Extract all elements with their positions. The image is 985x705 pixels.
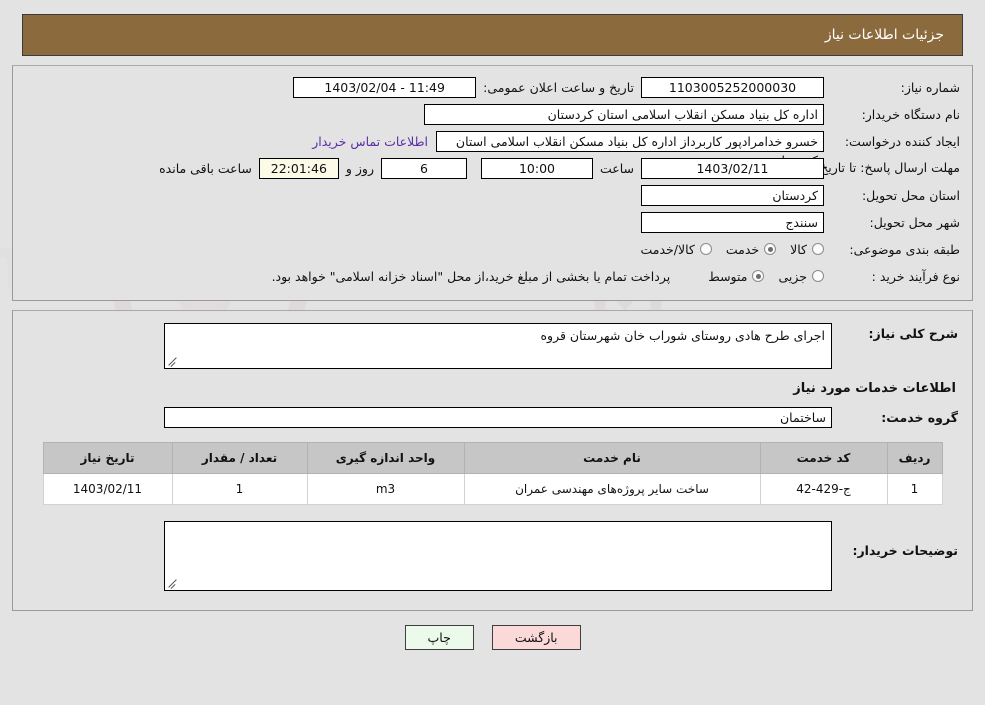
resize-grip-icon-notes[interactable] — [167, 577, 179, 589]
radio-label-khedmat: خدمت — [725, 241, 760, 257]
deadline-countdown-value: 22:01:46 — [258, 157, 339, 179]
general-description-textarea[interactable]: اجرای طرح هادی روستای شوراب خان شهرستان … — [164, 323, 832, 369]
print-button[interactable]: چاپ — [404, 625, 474, 650]
back-button[interactable]: بازگشت — [491, 625, 581, 650]
deadline-date-value: 1403/02/11 — [641, 157, 824, 179]
radio-label-kala: کالا — [790, 241, 807, 257]
buyer-contact-link[interactable]: اطلاعات تماس خریدار — [312, 134, 436, 149]
deadline-label: مهلت ارسال پاسخ: تا تاریخ: — [815, 159, 960, 175]
radio-icon-jozei[interactable] — [812, 270, 824, 282]
row-need-number: شماره نیاز: 1103005252000030 تاریخ و ساع… — [25, 76, 960, 98]
general-description-label: شرح کلی نیاز: — [868, 326, 958, 341]
buyer-notes-label: توضیحات خریدار: — [852, 543, 958, 558]
buyer-notes-textarea[interactable] — [164, 521, 832, 591]
buyer-org-label: نام دستگاه خریدار: — [861, 106, 960, 122]
cell-service-code: ج-429-42 — [759, 473, 888, 505]
deadline-days-label: روز و — [345, 160, 374, 176]
need-number-value: 1103005252000030 — [641, 76, 824, 98]
radio-icon-kala[interactable] — [812, 243, 824, 255]
resize-grip-icon[interactable] — [167, 355, 179, 367]
row-service-group: گروه خدمت: ساختمان — [27, 406, 958, 428]
service-group-value: ساختمان — [164, 406, 832, 428]
radio-option-kala-khedmat[interactable]: کالا/خدمت — [640, 241, 712, 257]
subject-category-label: طبقه بندی موضوعی: — [849, 241, 960, 257]
row-purchase-process: نوع فرآیند خرید : جزیی متوسط پرداخت تمام… — [25, 265, 960, 287]
row-buyer-org: نام دستگاه خریدار: اداره کل بنیاد مسکن ا… — [25, 103, 960, 125]
page-header-bar: جزئیات اطلاعات نیاز — [22, 14, 963, 56]
buyer-org-value: اداره کل بنیاد مسکن انقلاب اسلامی استان … — [424, 103, 824, 125]
need-number-label: شماره نیاز: — [900, 79, 960, 95]
services-table: ردیف کد خدمت نام خدمت واحد اندازه گیری ت… — [42, 442, 943, 505]
page-title: جزئیات اطلاعات نیاز — [824, 27, 944, 43]
row-request-creator: ایجاد کننده درخواست: خسرو خدامرادپور کار… — [25, 130, 960, 168]
deadline-time-label: ساعت — [599, 160, 634, 176]
radio-option-khedmat[interactable]: خدمت — [725, 241, 777, 257]
col-header-service-code: کد خدمت — [759, 442, 888, 474]
radio-option-motevaset[interactable]: متوسط — [708, 268, 765, 284]
radio-option-kala[interactable]: کالا — [790, 242, 824, 257]
delivery-city-value: سنندج — [641, 211, 824, 233]
delivery-province-label: استان محل تحویل: — [861, 187, 960, 203]
request-creator-label: ایجاد کننده درخواست: — [844, 133, 960, 149]
deadline-days-value: 6 — [380, 157, 467, 179]
col-header-row: ردیف — [886, 442, 943, 474]
radio-option-jozei[interactable]: جزیی — [778, 269, 824, 284]
deadline-countdown-label: ساعت باقی مانده — [159, 160, 252, 176]
row-buyer-notes: توضیحات خریدار: — [27, 521, 958, 591]
radio-icon-khedmat[interactable] — [764, 243, 777, 255]
deadline-time-value: 10:00 — [480, 157, 593, 179]
cell-service-name: ساخت سایر پروژه‌های مهندسی عمران — [463, 473, 761, 505]
general-description-value: اجرای طرح هادی روستای شوراب خان شهرستان … — [540, 328, 826, 343]
footer-button-bar: بازگشت چاپ — [0, 625, 985, 650]
col-header-quantity: تعداد / مقدار — [171, 442, 308, 474]
need-info-panel: شماره نیاز: 1103005252000030 تاریخ و ساع… — [12, 65, 973, 301]
cell-need-date: 1403/02/11 — [42, 473, 173, 505]
request-creator-value: خسرو خدامرادپور کاربرداز اداره کل بنیاد … — [436, 130, 824, 168]
radio-label-jozei: جزیی — [778, 268, 807, 284]
radio-label-motevaset: متوسط — [708, 268, 748, 284]
col-header-service-name: نام خدمت — [463, 442, 761, 474]
public-announce-value: 1403/02/04 - 11:49 — [293, 76, 477, 98]
delivery-province-value: کردستان — [641, 184, 824, 206]
radio-label-kala-khedmat: کالا/خدمت — [640, 241, 695, 257]
row-deadline: مهلت ارسال پاسخ: تا تاریخ: 1403/02/11 سا… — [25, 157, 960, 179]
table-row: 1 ج-429-42 ساخت سایر پروژه‌های مهندسی عم… — [42, 473, 943, 505]
row-subject-category: طبقه بندی موضوعی: کالا خدمت کالا/خدمت — [25, 238, 960, 260]
cell-quantity: 1 — [171, 473, 308, 505]
radio-icon-kala-khedmat[interactable] — [699, 243, 712, 255]
purchase-process-label: نوع فرآیند خرید : — [871, 268, 960, 284]
col-header-unit: واحد اندازه گیری — [306, 442, 465, 474]
need-details-panel: شرح کلی نیاز: اجرای طرح هادی روستای شورا… — [12, 310, 973, 611]
purchase-process-note: پرداخت تمام یا بخشی از مبلغ خرید،از محل … — [271, 268, 671, 284]
radio-icon-motevaset[interactable] — [752, 270, 765, 282]
row-general-description: شرح کلی نیاز: اجرای طرح هادی روستای شورا… — [27, 323, 958, 369]
delivery-city-label: شهر محل تحویل: — [869, 214, 960, 230]
col-header-need-date: تاریخ نیاز — [42, 442, 173, 474]
row-delivery-province: استان محل تحویل: کردستان — [25, 184, 960, 206]
table-header-row: ردیف کد خدمت نام خدمت واحد اندازه گیری ت… — [42, 442, 943, 474]
service-group-label: گروه خدمت: — [881, 409, 958, 425]
public-announce-label: تاریخ و ساعت اعلان عمومی: — [483, 79, 634, 95]
subject-category-radio-group: کالا خدمت کالا/خدمت — [626, 242, 824, 257]
cell-row: 1 — [886, 473, 943, 505]
row-delivery-city: شهر محل تحویل: سنندج — [25, 211, 960, 233]
purchase-process-radio-group: جزیی متوسط — [694, 269, 824, 284]
cell-unit: m3 — [306, 473, 465, 505]
services-section-title: اطلاعات خدمات مورد نیاز — [793, 381, 956, 396]
